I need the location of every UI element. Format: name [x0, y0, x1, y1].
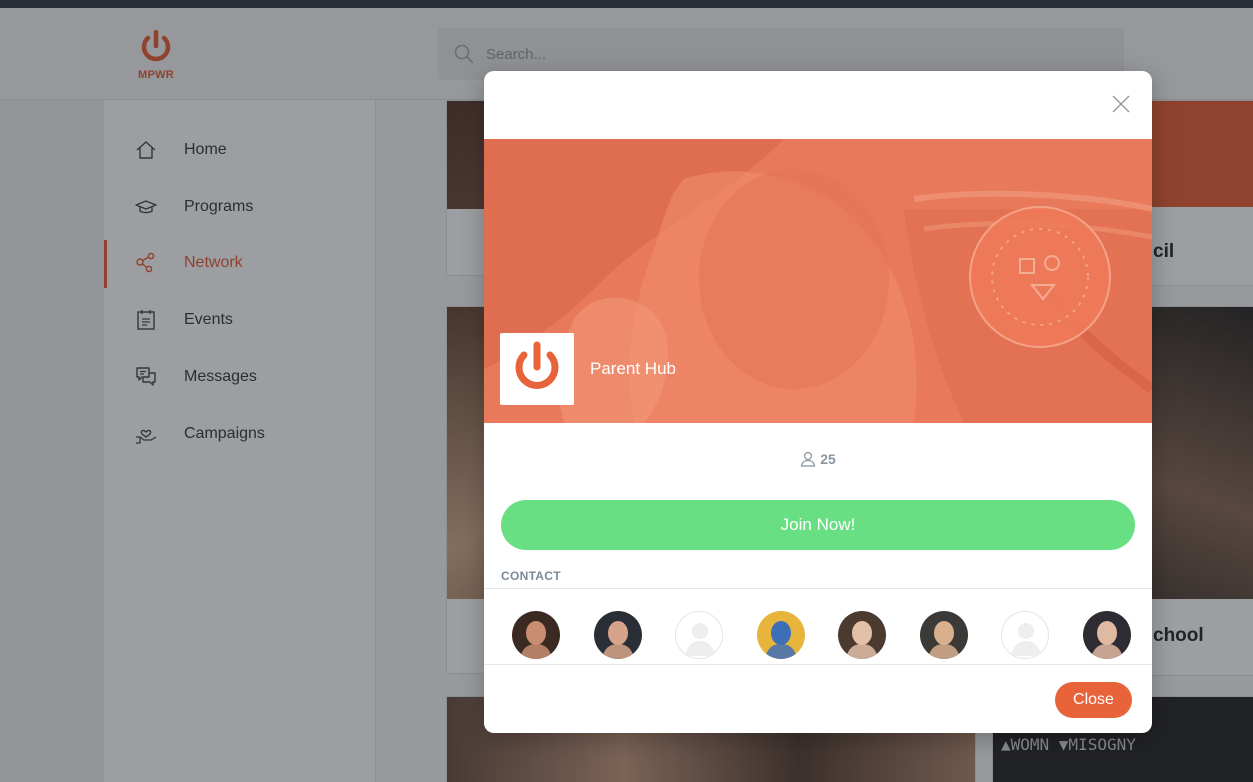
user-icon — [800, 451, 816, 467]
avatar-photo — [1082, 611, 1131, 659]
member-count-value: 25 — [820, 451, 836, 467]
group-banner: Parent Hub — [484, 139, 1152, 423]
user-placeholder-icon — [1011, 623, 1041, 656]
recess-badge — [969, 206, 1111, 348]
avatar-photo — [919, 611, 968, 659]
divider — [484, 588, 1152, 589]
contact-avatar[interactable] — [1001, 611, 1049, 659]
contact-avatar[interactable] — [1082, 611, 1131, 659]
avatar-photo — [756, 611, 805, 659]
banner-photo — [484, 139, 1152, 423]
power-logo-icon — [515, 341, 559, 389]
avatar-photo — [838, 611, 886, 659]
close-icon[interactable] — [1108, 91, 1134, 117]
close-button[interactable]: Close — [1055, 682, 1132, 718]
group-name: Parent Hub — [590, 359, 676, 378]
group-detail-modal: Parent Hub 25 Join Now! CONTACT Close — [484, 71, 1152, 733]
divider — [484, 664, 1152, 665]
join-now-button[interactable]: Join Now! — [501, 500, 1135, 550]
contact-avatar[interactable] — [512, 611, 560, 659]
contact-avatar[interactable] — [838, 611, 886, 659]
user-placeholder-icon — [685, 623, 715, 656]
contact-avatar[interactable] — [756, 611, 805, 659]
contact-section-label: CONTACT — [501, 569, 561, 583]
member-count: 25 — [484, 451, 1152, 467]
contact-avatar[interactable] — [675, 611, 723, 659]
contact-avatar[interactable] — [593, 611, 642, 659]
avatar-photo — [593, 611, 642, 659]
group-logo — [500, 333, 574, 405]
avatar-photo — [512, 611, 560, 659]
contact-avatar[interactable] — [919, 611, 968, 659]
